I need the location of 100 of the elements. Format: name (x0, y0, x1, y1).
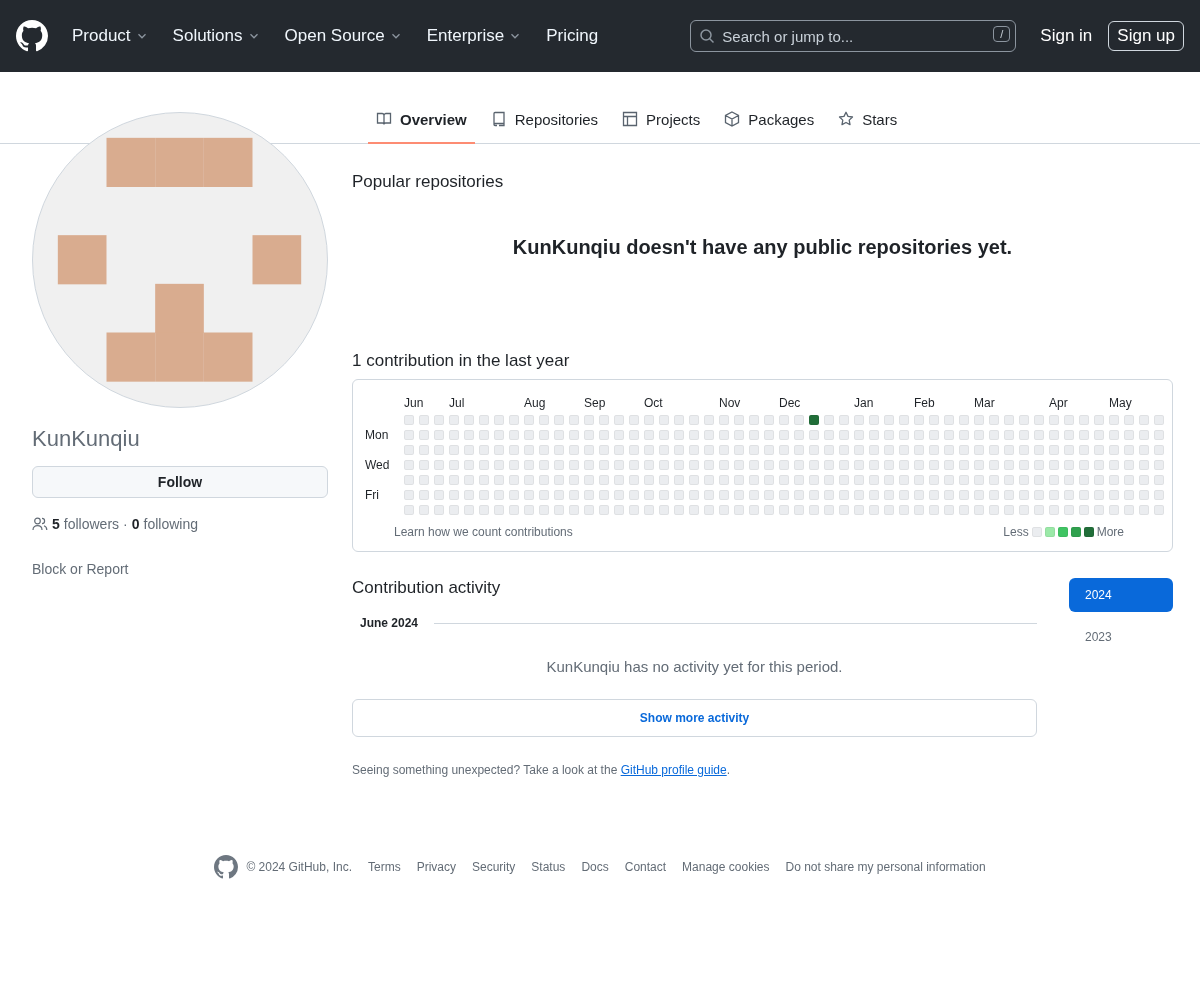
contribution-day-cell[interactable] (524, 445, 534, 455)
contribution-day-cell[interactable] (644, 490, 654, 500)
contribution-day-cell[interactable] (419, 430, 429, 440)
contribution-day-cell[interactable] (464, 445, 474, 455)
footer-link[interactable]: Manage cookies (682, 860, 770, 874)
following-link[interactable]: 0 following (131, 516, 198, 532)
contribution-day-cell[interactable] (494, 445, 504, 455)
follow-button[interactable]: Follow (32, 466, 328, 498)
contribution-day-cell[interactable] (434, 475, 444, 485)
contribution-day-cell[interactable] (614, 505, 624, 515)
contribution-day-cell[interactable] (584, 490, 594, 500)
contribution-day-cell[interactable] (509, 445, 519, 455)
contribution-day-cell[interactable] (629, 460, 639, 470)
contribution-day-cell[interactable] (554, 505, 564, 515)
contribution-day-cell[interactable] (719, 430, 729, 440)
contribution-day-cell[interactable] (434, 430, 444, 440)
contribution-day-cell[interactable] (869, 415, 879, 425)
contribution-day-cell[interactable] (899, 460, 909, 470)
contribution-day-cell[interactable] (644, 430, 654, 440)
contribution-day-cell[interactable] (914, 415, 924, 425)
contribution-day-cell[interactable] (869, 505, 879, 515)
contribution-day-cell[interactable] (1109, 445, 1119, 455)
contribution-day-cell[interactable] (554, 475, 564, 485)
contribution-day-cell[interactable] (719, 415, 729, 425)
contribution-day-cell[interactable] (989, 490, 999, 500)
contribution-day-cell[interactable] (539, 460, 549, 470)
contribution-day-cell[interactable] (824, 490, 834, 500)
contribution-day-cell[interactable] (869, 445, 879, 455)
contribution-day-cell[interactable] (1109, 415, 1119, 425)
contribution-day-cell[interactable] (1079, 460, 1089, 470)
contribution-day-cell[interactable] (494, 505, 504, 515)
contribution-day-cell[interactable] (974, 490, 984, 500)
contribution-day-cell[interactable] (689, 460, 699, 470)
contribution-day-cell[interactable] (1064, 475, 1074, 485)
contribution-day-cell[interactable] (479, 415, 489, 425)
contribution-day-cell[interactable] (794, 490, 804, 500)
contribution-day-cell[interactable] (1079, 415, 1089, 425)
contribution-day-cell[interactable] (1004, 505, 1014, 515)
contribution-day-cell[interactable] (779, 490, 789, 500)
footer-link[interactable]: Do not share my personal information (785, 860, 986, 874)
contribution-day-cell[interactable] (839, 505, 849, 515)
contribution-day-cell[interactable] (419, 475, 429, 485)
contribution-day-cell[interactable] (704, 430, 714, 440)
contribution-day-cell[interactable] (1094, 430, 1104, 440)
contribution-day-cell[interactable] (794, 415, 804, 425)
contribution-day-cell[interactable] (524, 505, 534, 515)
contribution-day-cell[interactable] (539, 475, 549, 485)
contribution-day-cell[interactable] (854, 415, 864, 425)
contribution-day-cell[interactable] (449, 505, 459, 515)
contribution-day-cell[interactable] (704, 490, 714, 500)
contribution-day-cell[interactable] (419, 445, 429, 455)
contribution-day-cell[interactable] (1019, 430, 1029, 440)
contribution-day-cell[interactable] (494, 490, 504, 500)
contribution-day-cell[interactable] (989, 430, 999, 440)
contribution-day-cell[interactable] (1124, 505, 1134, 515)
contribution-day-cell[interactable] (629, 475, 639, 485)
contribution-day-cell[interactable] (899, 445, 909, 455)
contribution-day-cell[interactable] (659, 490, 669, 500)
contribution-day-cell[interactable] (974, 445, 984, 455)
contribution-day-cell[interactable] (794, 430, 804, 440)
contribution-day-cell[interactable] (734, 430, 744, 440)
contribution-day-cell[interactable] (749, 475, 759, 485)
contribution-day-cell[interactable] (644, 415, 654, 425)
contribution-day-cell[interactable] (899, 415, 909, 425)
contribution-day-cell[interactable] (674, 430, 684, 440)
contribution-day-cell[interactable] (1154, 475, 1164, 485)
contribution-day-cell[interactable] (1064, 415, 1074, 425)
contribution-day-cell[interactable] (554, 460, 564, 470)
contribution-day-cell[interactable] (899, 475, 909, 485)
learn-contributions-link[interactable]: Learn how we count contributions (394, 525, 573, 539)
contribution-day-cell[interactable] (539, 490, 549, 500)
contribution-day-cell[interactable] (1154, 415, 1164, 425)
contribution-day-cell[interactable] (404, 475, 414, 485)
contribution-day-cell[interactable] (404, 430, 414, 440)
contribution-day-cell[interactable] (689, 505, 699, 515)
contribution-day-cell[interactable] (434, 505, 444, 515)
contribution-day-cell[interactable] (884, 445, 894, 455)
contribution-day-cell[interactable] (569, 490, 579, 500)
contribution-day-cell[interactable] (1034, 445, 1044, 455)
contribution-day-cell[interactable] (614, 415, 624, 425)
contribution-day-cell[interactable] (1034, 460, 1044, 470)
contribution-day-cell[interactable] (584, 415, 594, 425)
contribution-day-cell[interactable] (434, 445, 444, 455)
contribution-day-cell[interactable] (509, 505, 519, 515)
contribution-day-cell[interactable] (809, 430, 819, 440)
contribution-day-cell[interactable] (1154, 460, 1164, 470)
nav-menu-item[interactable]: Enterprise (426, 26, 523, 46)
contribution-day-cell[interactable] (464, 475, 474, 485)
contribution-day-cell[interactable] (944, 430, 954, 440)
contribution-day-cell[interactable] (404, 505, 414, 515)
contribution-day-cell[interactable] (494, 415, 504, 425)
contribution-day-cell[interactable] (944, 415, 954, 425)
contribution-day-cell[interactable] (1019, 460, 1029, 470)
contribution-day-cell[interactable] (659, 505, 669, 515)
contribution-day-cell[interactable] (1139, 505, 1149, 515)
contribution-day-cell[interactable] (779, 475, 789, 485)
block-or-report-link[interactable]: Block or Report (32, 561, 129, 577)
contribution-day-cell[interactable] (1139, 415, 1149, 425)
contribution-day-cell[interactable] (824, 460, 834, 470)
contribution-day-cell[interactable] (689, 490, 699, 500)
